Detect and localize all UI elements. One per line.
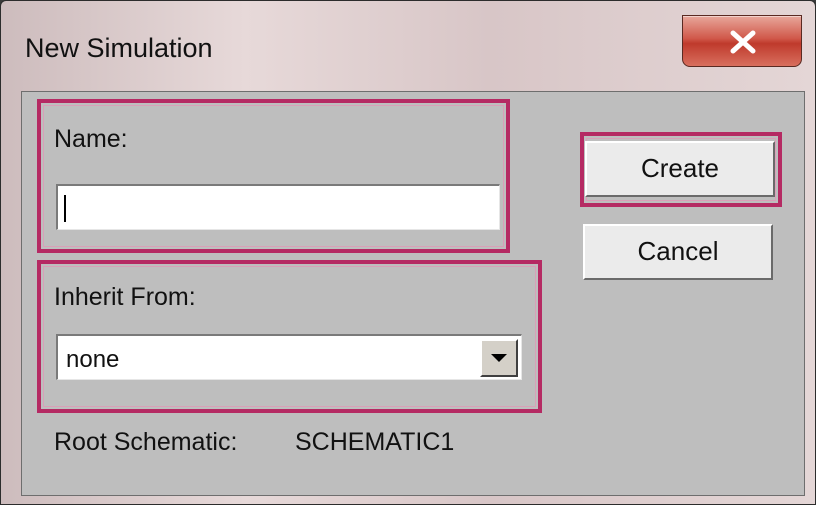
window-title: New Simulation — [25, 33, 213, 63]
create-button[interactable]: Create — [585, 141, 775, 197]
title-bar[interactable]: New Simulation — [1, 1, 815, 89]
name-label: Name: — [54, 125, 128, 153]
name-input[interactable] — [56, 184, 500, 230]
root-schematic-label: Root Schematic: — [54, 428, 238, 456]
close-icon — [730, 30, 756, 54]
chevron-down-icon[interactable] — [480, 339, 518, 377]
inherit-from-value: none — [66, 346, 120, 373]
inherit-from-select[interactable]: none — [56, 334, 522, 380]
inherit-label: Inherit From: — [54, 283, 196, 311]
cancel-button[interactable]: Cancel — [583, 224, 773, 280]
dialog-window: New Simulation Name: Inherit From: none … — [0, 0, 816, 505]
text-caret — [64, 195, 66, 222]
root-schematic-value: SCHEMATIC1 — [295, 428, 455, 456]
close-button[interactable] — [682, 15, 802, 67]
